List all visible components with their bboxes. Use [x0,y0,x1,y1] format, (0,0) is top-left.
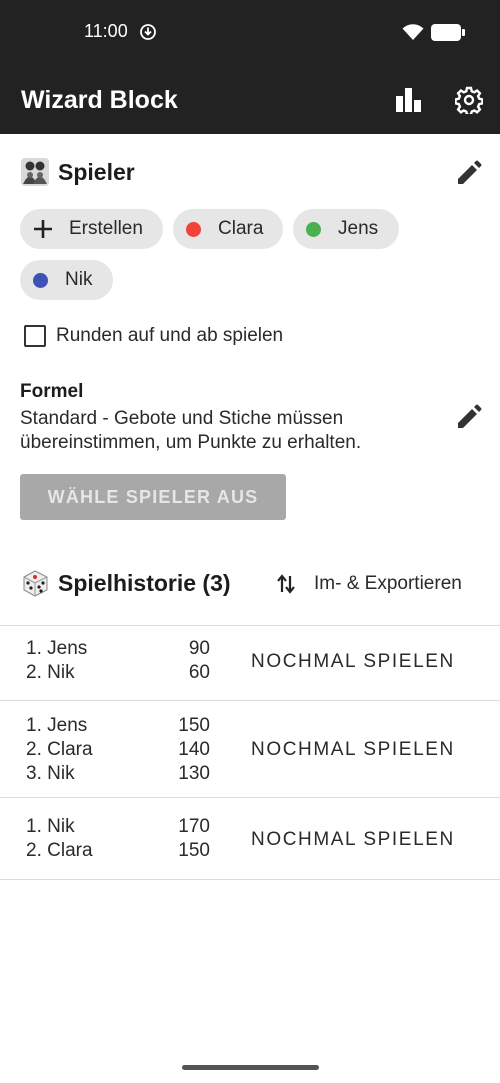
players-section-title: Spieler [20,157,135,187]
edit-players-button[interactable] [453,157,485,189]
rank-score: 60 [188,662,210,683]
player-name: Clara [218,218,264,239]
rank-player: 2. Clara [26,739,93,760]
bar-chart-icon [396,88,421,112]
app-title: Wizard Block [21,86,178,114]
player-color-dot [306,221,321,237]
edit-formula-button[interactable] [453,401,485,433]
rank-score: 130 [178,763,210,784]
history-row: 1. Nik 170 2. Clara 150 NOCHMAL SPIELEN [0,798,500,880]
import-export-label: Im- & Exportieren [314,573,462,594]
formula-description: Standard - Gebote und Stiche müssen über… [20,408,362,453]
rank-score: 150 [178,840,210,861]
rank-score: 90 [188,638,210,659]
history-row: 1. Jens 150 2. Clara 140 3. Nik 130 NOCHMAL… [0,701,500,798]
select-players-button[interactable]: WÄHLE SPIELER AUS [20,474,286,520]
game-ranking: 1. Jens 150 2. Clara 140 3. Nik 130 [26,714,210,786]
play-again-button[interactable]: NOCHMAL SPIELEN [251,739,455,761]
plus-icon [34,220,52,238]
history-title: Spielhistorie (3) [58,569,231,596]
rank-score: 170 [178,816,210,837]
rank-player: 2. Clara [26,840,93,861]
round-up-down-option[interactable]: Runden auf und ab spielen [24,325,283,347]
sync-icon [140,24,156,40]
formula-title: Formel [20,381,84,402]
game-ranking: 1. Nik 170 2. Clara 150 [26,815,210,863]
player-color-dot [33,272,48,288]
round-up-down-checkbox[interactable] [24,325,46,347]
rank-player: 1. Jens [26,638,88,659]
settings-button[interactable] [453,84,485,116]
pencil-icon [458,160,482,184]
player-chip-jens[interactable]: Jens [293,209,399,249]
status-bar: 11:00 [0,0,500,64]
gear-icon [455,86,483,114]
dice-emoji-icon [23,570,48,597]
player-name: Jens [338,218,379,239]
player-color-dot [186,221,201,237]
player-chip-nik[interactable]: Nik [20,260,113,300]
play-again-button[interactable]: NOCHMAL SPIELEN [251,829,455,851]
create-player-chip[interactable]: Erstellen [20,209,163,249]
import-export-button[interactable]: Im- & Exportieren [274,568,462,600]
round-up-down-label: Runden auf und ab spielen [56,325,284,346]
swap-vertical-icon [277,574,295,594]
battery-icon [431,24,465,41]
rank-score: 150 [178,715,210,736]
pencil-icon [458,404,482,428]
rank-player: 3. Nik [26,763,75,784]
history-section-title: Spielhistorie (3) [20,568,231,598]
rank-player: 1. Jens [26,715,88,736]
rank-score: 140 [178,739,210,760]
statistics-button[interactable] [392,84,424,116]
player-name: Nik [65,269,93,290]
app-bar: Wizard Block [0,64,500,134]
family-emoji-icon [21,158,49,186]
players-title: Spieler [58,158,135,185]
player-chip-clara[interactable]: Clara [173,209,283,249]
rank-player: 2. Nik [26,662,75,683]
play-again-button[interactable]: NOCHMAL SPIELEN [251,651,455,673]
wifi-icon [402,24,424,40]
history-row: 1. Jens 90 2. Nik 60 NOCHMAL SPIELEN [0,625,500,701]
rank-player: 1. Nik [26,816,75,837]
status-time: 11:00 [84,21,128,41]
gesture-nav-handle[interactable] [182,1065,319,1070]
game-ranking: 1. Jens 90 2. Nik 60 [26,637,210,685]
create-player-label: Erstellen [69,218,143,239]
